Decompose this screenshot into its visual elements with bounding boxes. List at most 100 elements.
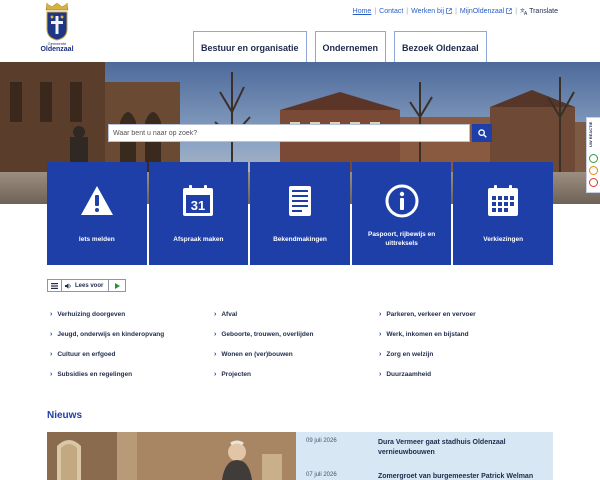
contact-link[interactable]: Contact (379, 8, 403, 15)
tab-bestuur-en-organisatie[interactable]: Bestuur en organisatie (193, 31, 307, 63)
search-field (108, 124, 470, 142)
news-photo (47, 432, 296, 480)
neutral-face-icon[interactable] (589, 166, 598, 175)
search-input[interactable] (113, 129, 469, 137)
menu-icon (51, 282, 58, 289)
topic-label: Geboorte, trouwen, overlijden (221, 331, 314, 338)
chevron-right-icon: › (50, 311, 53, 318)
werken-bij-label: Werken bij (411, 7, 445, 15)
separator: | (406, 7, 409, 15)
separator: | (374, 7, 377, 15)
topic-link[interactable]: › Werk, inkomen en bijstand (379, 331, 469, 338)
news-date: 07 juli 2026 (306, 472, 337, 478)
mijn-oldenzaal-label: MijnOldenzaal (459, 7, 505, 15)
translate-icon: 文A (520, 7, 528, 15)
topic-label: Zorg en welzijn (386, 351, 434, 358)
logo-name-text: Oldenzaal (40, 46, 74, 53)
external-link-icon (446, 8, 452, 14)
chevron-right-icon: › (214, 351, 217, 358)
chevron-right-icon: › (214, 331, 217, 338)
topic-link[interactable]: › Cultuur en erfgoed (50, 351, 115, 358)
news-item[interactable]: 09 juli 2026 Dura Vermeer gaat stadhuis … (296, 438, 553, 458)
topic-label: Werk, inkomen en bijstand (386, 331, 469, 338)
play-button[interactable] (109, 280, 125, 291)
separator: | (515, 7, 518, 15)
tile-verkiezingen[interactable]: Verkiezingen (453, 162, 553, 265)
news-image[interactable] (47, 432, 296, 480)
news-headline[interactable]: Dura Vermeer gaat stadhuis Oldenzaal ver… (378, 438, 553, 458)
readspeaker-menu-button[interactable] (48, 280, 62, 291)
topic-link[interactable]: › Jeugd, onderwijs en kinderopvang (50, 331, 164, 338)
search-button[interactable] (472, 124, 492, 142)
calendar-31-icon: 31 (183, 185, 214, 216)
chevron-right-icon: › (379, 331, 382, 338)
search-icon (477, 128, 487, 138)
happy-face-icon[interactable] (589, 154, 598, 163)
info-icon (385, 184, 419, 218)
feedback-widget[interactable]: UW REACTIE (586, 117, 600, 193)
topic-label: Verhuizing doorgeven (57, 311, 126, 318)
topic-label: Wonen en (ver)bouwen (221, 351, 293, 358)
translate-label: Translate (529, 7, 558, 15)
main-nav: Bestuur en organisatie Ondernemen Bezoek… (193, 31, 487, 63)
mijn-oldenzaal-link[interactable]: MijnOldenzaal (459, 7, 513, 15)
coat-of-arms-icon (46, 11, 68, 41)
chevron-right-icon: › (214, 311, 217, 318)
tile-bekendmakingen[interactable]: Bekendmakingen (250, 162, 350, 265)
tile-label: Iets melden (78, 235, 115, 243)
topic-label: Subsidies en regelingen (57, 371, 133, 378)
play-icon (114, 282, 120, 289)
tile-label: Afspraak maken (173, 235, 224, 243)
calendar-grid-icon (488, 185, 519, 216)
top-links: Home | Contact | Werken bij | MijnOldenz… (353, 7, 558, 15)
chevron-right-icon: › (50, 371, 53, 378)
document-icon (288, 186, 311, 216)
chevron-right-icon: › (50, 331, 53, 338)
werken-bij-link[interactable]: Werken bij (411, 8, 452, 15)
news-item[interactable]: 07 juli 2026 Zomergroet van burgemeester… (296, 472, 553, 480)
lees-voor-button[interactable]: Lees voor (62, 280, 110, 291)
quick-tasks: Iets melden 31 Afspraak maken Bekendmaki… (47, 162, 553, 265)
speaker-icon (65, 282, 71, 289)
readspeaker-bar: Lees voor (47, 279, 127, 292)
topic-link[interactable]: › Parkeren, verkeer en vervoer (379, 311, 476, 318)
chevron-right-icon: › (214, 371, 217, 378)
warning-icon (80, 186, 113, 215)
news-date: 09 juli 2026 (306, 438, 337, 444)
topic-link[interactable]: › Wonen en (ver)bouwen (214, 351, 293, 358)
lees-voor-label: Lees voor (75, 282, 104, 289)
chevron-right-icon: › (379, 311, 382, 318)
tile-iets-melden[interactable]: Iets melden (47, 162, 147, 265)
chevron-right-icon: › (379, 351, 382, 358)
tab-ondernemen[interactable]: Ondernemen (314, 31, 387, 63)
topic-link[interactable]: › Projecten (214, 371, 251, 378)
topic-link[interactable]: › Geboorte, trouwen, overlijden (214, 331, 313, 338)
topic-link[interactable]: › Subsidies en regelingen (50, 371, 132, 378)
tile-afspraak-maken[interactable]: 31 Afspraak maken (148, 162, 249, 265)
news-list: 09 juli 2026 Dura Vermeer gaat stadhuis … (296, 432, 553, 480)
topic-link[interactable]: › Verhuizing doorgeven (50, 311, 125, 318)
calendar-number: 31 (191, 198, 205, 213)
translate-button[interactable]: 文A Translate (520, 7, 558, 15)
topic-label: Afval (221, 311, 238, 318)
topic-label: Jeugd, onderwijs en kinderopvang (57, 331, 165, 338)
home-link[interactable]: Home (353, 8, 372, 15)
tile-paspoort-rijbewijs[interactable]: Paspoort, rijbewijs en uittreksels (351, 162, 452, 265)
news-headline[interactable]: Zomergroet van burgemeester Patrick Welm… (378, 472, 553, 480)
sad-face-icon[interactable] (589, 178, 598, 187)
tile-label: Verkiezingen (483, 235, 524, 243)
news-heading: Nieuws (47, 410, 83, 421)
external-link-icon (506, 8, 513, 14)
topic-label: Cultuur en erfgoed (57, 351, 116, 358)
tile-label: Paspoort, rijbewijs en uittreksels (367, 231, 436, 247)
separator: | (455, 7, 457, 15)
topic-link[interactable]: › Zorg en welzijn (379, 351, 433, 358)
topic-label: Parkeren, verkeer en vervoer (386, 311, 476, 318)
tab-bezoek-oldenzaal[interactable]: Bezoek Oldenzaal (394, 31, 487, 63)
feedback-label: UW REACTIE (588, 121, 593, 147)
topic-link[interactable]: › Afval (214, 311, 237, 318)
topic-link[interactable]: › Duurzaamheid (379, 371, 431, 378)
oldenzaal-logo[interactable]: Gemeente Oldenzaal (40, 3, 74, 59)
chevron-right-icon: › (379, 371, 382, 378)
svg-text:A: A (524, 11, 528, 15)
